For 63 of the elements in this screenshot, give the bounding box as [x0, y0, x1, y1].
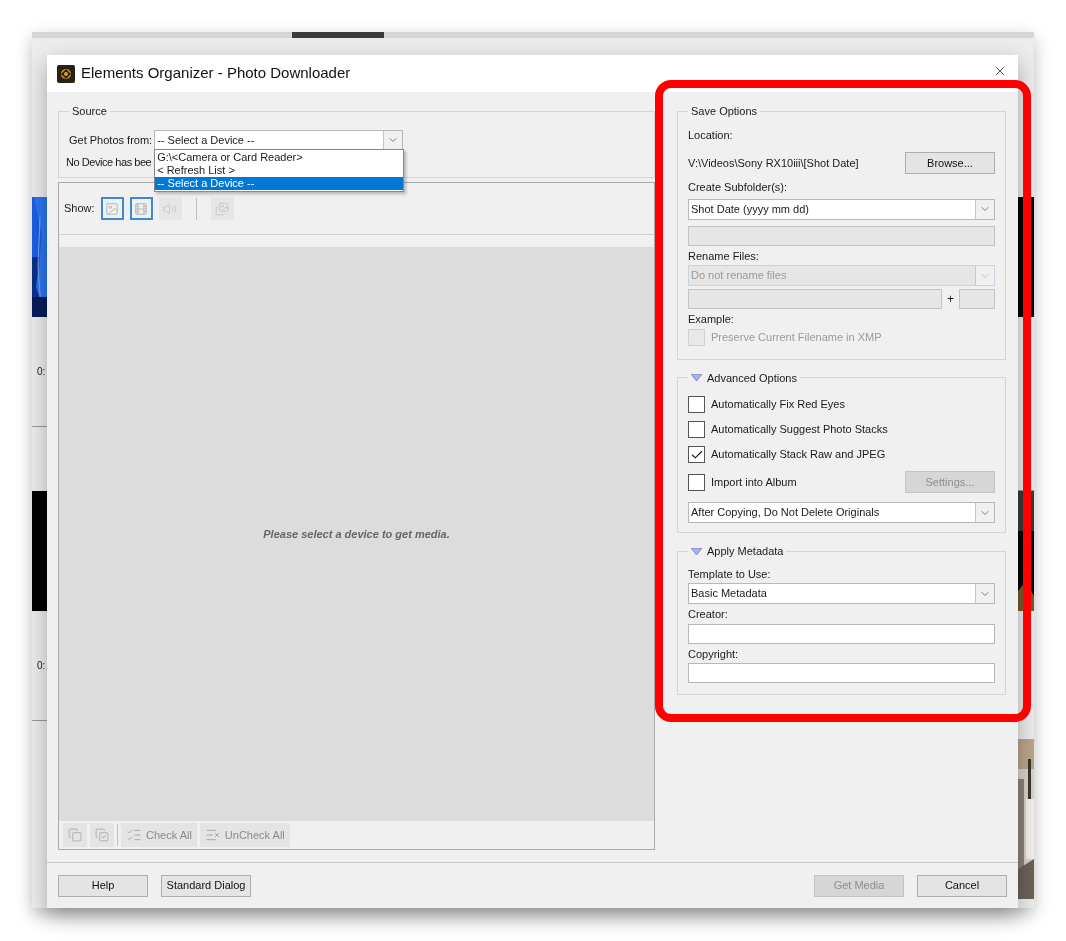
- copy-check-icon: [95, 828, 109, 842]
- group-title: Apply Metadata: [707, 544, 784, 559]
- copy-icon: [68, 828, 82, 842]
- duration-text: 0:: [36, 659, 46, 673]
- checkbox-label: Preserve Current Filename in XMP: [711, 329, 882, 345]
- status-text: No Device has bee: [66, 154, 152, 170]
- show-label: Show:: [64, 201, 95, 217]
- field-label: Get Photos from:: [69, 132, 153, 148]
- subfolder-dropdown[interactable]: Shot Date (yyyy mm dd): [688, 198, 995, 220]
- window-title: Elements Organizer - Photo Downloader: [81, 63, 351, 84]
- template-dropdown[interactable]: Basic Metadata: [688, 583, 995, 604]
- group-title: Save Options: [691, 104, 758, 119]
- group-title: Advanced Options: [707, 370, 797, 386]
- field-label: Rename Files:: [688, 248, 760, 264]
- video-filter-button[interactable]: [129, 197, 153, 220]
- dropdown-option[interactable]: -- Select a Device --: [155, 176, 404, 190]
- copy-button[interactable]: [63, 823, 87, 847]
- text-field[interactable]: [688, 623, 995, 644]
- check-list-icon: [126, 827, 142, 843]
- location-path: V:\Videos\Sony RX10iii\[Shot Date]: [688, 155, 859, 171]
- photo-filter-button[interactable]: [100, 197, 124, 220]
- checkbox[interactable]: [688, 421, 705, 438]
- empty-message: Please select a device to get media.: [263, 526, 450, 542]
- field-label: Example:: [688, 312, 735, 327]
- images-button[interactable]: [210, 197, 234, 220]
- field-label: Location:: [688, 127, 734, 143]
- photo-icon: [105, 201, 120, 216]
- checkbox-label: Automatically Stack Raw and JPEG: [711, 447, 886, 463]
- field-label: Copyright:: [688, 646, 740, 662]
- subfolder-field[interactable]: [688, 225, 995, 246]
- filename-field[interactable]: [688, 289, 942, 309]
- dialog-button[interactable]: Cancel: [917, 874, 1007, 897]
- audio-filter-button[interactable]: [158, 197, 182, 220]
- checkbox-label: Automatically Suggest Photo Stacks: [711, 422, 888, 438]
- checkbox[interactable]: [688, 396, 705, 413]
- expand-triangle-icon[interactable]: [691, 374, 702, 382]
- dropdown-option[interactable]: < Refresh List >: [155, 163, 404, 177]
- checkbox[interactable]: [688, 473, 705, 491]
- dialog-button[interactable]: Standard Dialog: [161, 874, 251, 897]
- close-icon: [993, 64, 1007, 78]
- browse-button[interactable]: Browse...: [905, 152, 995, 174]
- checkbox-label: Import into Album: [711, 474, 797, 490]
- paste-button[interactable]: [90, 823, 114, 847]
- checkbox-label: Automatically Fix Red Eyes: [711, 397, 845, 413]
- group-title: Source: [72, 105, 107, 117]
- plus-sign: +: [947, 291, 954, 308]
- number-field[interactable]: [959, 289, 995, 309]
- speaker-icon: [163, 201, 178, 216]
- app-logo-icon: [57, 64, 75, 83]
- dropdown-option[interactable]: G:\<Camera or Card Reader>: [155, 150, 404, 164]
- duration-text: 0:: [36, 365, 46, 379]
- checkbox[interactable]: [688, 446, 705, 463]
- dialog-button[interactable]: Help: [58, 874, 148, 897]
- expand-triangle-icon[interactable]: [691, 547, 702, 555]
- device-dropdown[interactable]: -- Select a Device --: [154, 129, 404, 151]
- field-label: Creator:: [688, 607, 729, 622]
- field-label: Create Subfolder(s):: [688, 180, 789, 195]
- film-icon: [134, 201, 149, 216]
- images-icon: [215, 201, 230, 216]
- uncheck-list-icon: [204, 827, 221, 843]
- field-label: Template to Use:: [688, 566, 772, 582]
- text-field[interactable]: [688, 663, 995, 683]
- after-copying-dropdown[interactable]: After Copying, Do Not Delete Originals: [688, 502, 995, 523]
